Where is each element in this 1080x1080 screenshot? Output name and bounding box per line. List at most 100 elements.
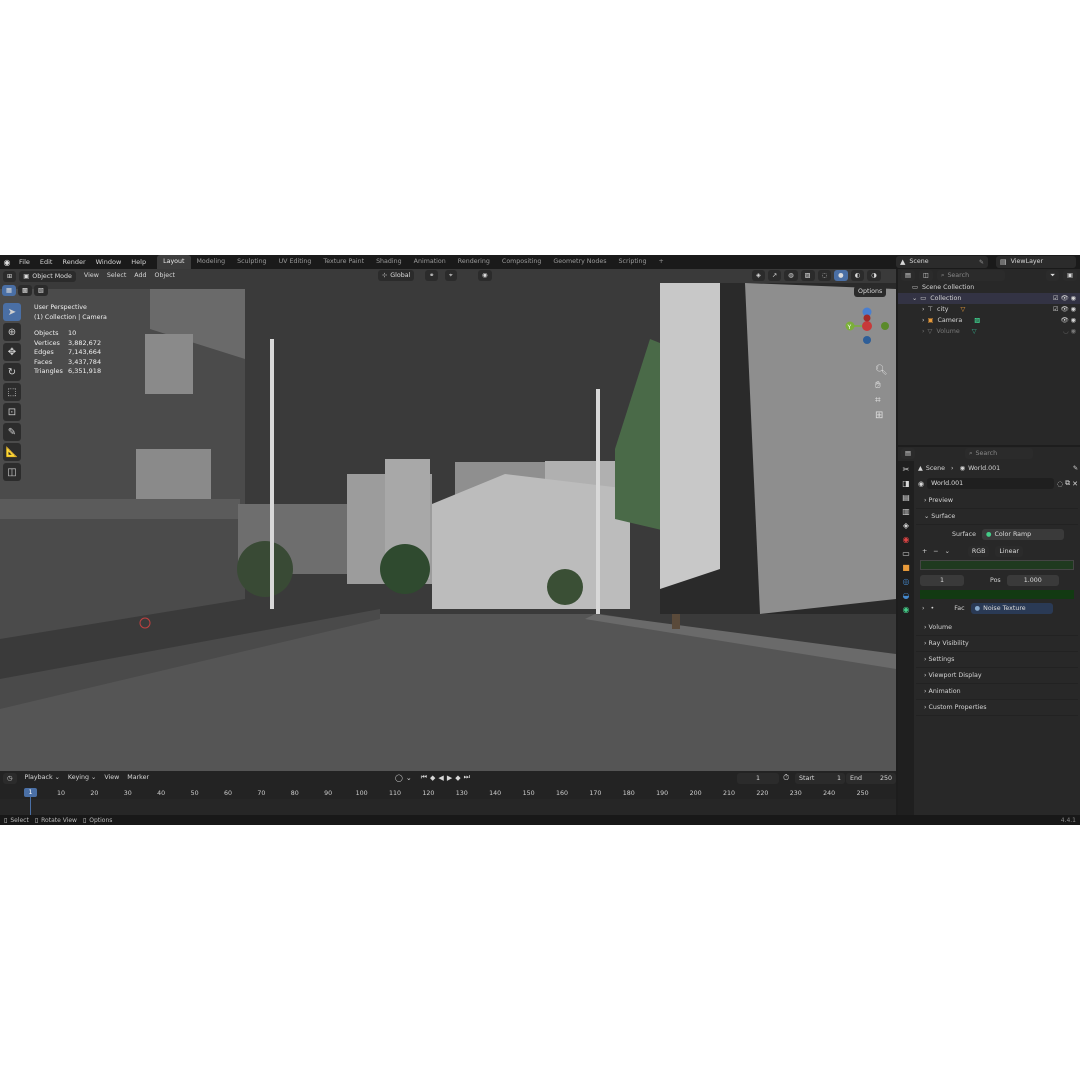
add-cube-tool-icon[interactable]: ◫ bbox=[3, 463, 21, 481]
item-visibility-icons[interactable]: ☑ 👁︎ ◉ bbox=[1053, 304, 1076, 315]
menu-help[interactable]: Help bbox=[126, 255, 151, 269]
shading-render-button[interactable]: ◑ bbox=[867, 270, 881, 281]
play-reverse-icon[interactable]: ◀ bbox=[438, 774, 443, 782]
play-icon[interactable]: ▶ bbox=[447, 774, 452, 782]
select-box-mode-icon[interactable]: ▦ bbox=[2, 285, 16, 296]
item-visibility-icons[interactable]: 👁︎ ◉ bbox=[1061, 315, 1077, 326]
tab-animation[interactable]: Animation bbox=[408, 255, 452, 269]
tab-scripting[interactable]: Scripting bbox=[613, 255, 653, 269]
menu-window[interactable]: Window bbox=[91, 255, 127, 269]
camera-view-icon[interactable]: ⌗ bbox=[875, 395, 888, 406]
visibility-button[interactable]: ◈ bbox=[752, 270, 765, 281]
tab-compositing[interactable]: Compositing bbox=[496, 255, 547, 269]
menu-playback[interactable]: Playback ⌄ bbox=[25, 772, 60, 784]
tab-texture-paint[interactable]: Texture Paint bbox=[317, 255, 370, 269]
unlink-icon[interactable]: ✕ bbox=[1072, 480, 1078, 488]
tab-rendering[interactable]: Rendering bbox=[452, 255, 496, 269]
fake-user-icon[interactable]: ◌ bbox=[1057, 480, 1063, 488]
breadcrumb-scene[interactable]: Scene bbox=[926, 463, 945, 474]
pan-hand-icon[interactable]: ✋︎ bbox=[875, 380, 888, 391]
display-mode-icon[interactable]: ◫ bbox=[918, 270, 933, 281]
collection-row[interactable]: ⌄ ▭ Collection ☑ 👁︎ ◉ bbox=[898, 293, 1080, 304]
section-surface[interactable]: ⌄ Surface bbox=[916, 509, 1078, 525]
editor-type-button[interactable]: ⊞ bbox=[3, 270, 17, 282]
menu-edit[interactable]: Edit bbox=[35, 255, 58, 269]
pos-value-field[interactable]: 1.000 bbox=[1006, 575, 1059, 586]
collection-tab-icon[interactable]: ▭ bbox=[902, 549, 910, 558]
shading-wireframe-button[interactable]: ◌ bbox=[817, 270, 832, 281]
blender-logo-icon[interactable]: ◉ bbox=[0, 258, 14, 267]
select-subtract-icon[interactable]: ▧ bbox=[33, 285, 48, 296]
add-stop-button[interactable]: + bbox=[922, 546, 927, 557]
cursor-tool-icon[interactable]: ⊕ bbox=[3, 323, 21, 341]
menu-add[interactable]: Add bbox=[134, 270, 146, 282]
timeline-track[interactable] bbox=[0, 799, 896, 815]
select-extend-icon[interactable]: ▩ bbox=[17, 285, 32, 296]
section-preview[interactable]: › Preview bbox=[916, 493, 1078, 509]
zoom-icon[interactable]: 🔍︎ bbox=[875, 365, 888, 376]
properties-search-input[interactable]: ⌕ Search bbox=[964, 448, 1033, 459]
fac-input-selector[interactable]: ● Noise Texture bbox=[970, 603, 1053, 614]
section-animation[interactable]: › Animation bbox=[916, 684, 1078, 700]
mode-selector[interactable]: ▣ Object Mode bbox=[19, 270, 76, 282]
section-viewport-display[interactable]: › Viewport Display bbox=[916, 668, 1078, 684]
rotate-tool-icon[interactable]: ↻ bbox=[3, 363, 21, 381]
tab-modeling[interactable]: Modeling bbox=[191, 255, 232, 269]
menu-select[interactable]: Select bbox=[107, 270, 126, 282]
outliner-editor-icon[interactable]: ▤ bbox=[901, 270, 915, 281]
menu-view[interactable]: View bbox=[84, 270, 99, 282]
view-layer-tab-icon[interactable]: ▥ bbox=[902, 507, 910, 516]
proportional-edit-button[interactable]: ◉ bbox=[478, 270, 492, 281]
jump-end-icon[interactable]: ⏭ bbox=[464, 773, 470, 782]
scale-tool-icon[interactable]: ⬚ bbox=[3, 383, 21, 401]
start-frame-field[interactable]: Start 1 bbox=[795, 773, 845, 784]
constraints-tab-icon[interactable]: ◒ bbox=[903, 591, 910, 600]
timeline-editor-icon[interactable]: ◷ bbox=[3, 772, 17, 784]
tab-shading[interactable]: Shading bbox=[370, 255, 408, 269]
stop-color-swatch[interactable] bbox=[920, 590, 1074, 599]
tab-geometry-nodes[interactable]: Geometry Nodes bbox=[547, 255, 612, 269]
data-tab-icon[interactable]: ◉ bbox=[903, 605, 910, 614]
select-tool-icon[interactable]: ➤ bbox=[3, 303, 21, 321]
color-mode-selector[interactable]: RGB bbox=[967, 546, 990, 557]
shading-material-button[interactable]: ◐ bbox=[850, 270, 865, 281]
remove-stop-button[interactable]: − bbox=[933, 546, 938, 557]
physics-tab-icon[interactable]: ◎ bbox=[903, 577, 910, 586]
menu-render[interactable]: Render bbox=[57, 255, 90, 269]
pin-icon[interactable]: ✎ bbox=[979, 259, 984, 266]
new-collection-icon[interactable]: ▣ bbox=[1063, 270, 1077, 281]
annotate-tool-icon[interactable]: ✎ bbox=[3, 423, 21, 441]
tab-uv-editing[interactable]: UV Editing bbox=[273, 255, 318, 269]
section-ray-visibility[interactable]: › Ray Visibility bbox=[916, 636, 1078, 652]
object-tab-icon[interactable]: ■ bbox=[902, 563, 910, 572]
stop-index-field[interactable]: 1 bbox=[920, 575, 964, 586]
surface-shader-selector[interactable]: ● Color Ramp bbox=[982, 529, 1064, 540]
ortho-grid-icon[interactable]: ⊞ bbox=[875, 410, 888, 421]
menu-keying[interactable]: Keying ⌄ bbox=[68, 772, 96, 784]
section-custom-properties[interactable]: › Custom Properties bbox=[916, 700, 1078, 716]
menu-marker[interactable]: Marker bbox=[127, 772, 149, 784]
navigation-gizmo[interactable]: Y bbox=[835, 304, 893, 362]
filter-icon[interactable]: ⏷ bbox=[1046, 270, 1060, 281]
xray-button[interactable]: ▨ bbox=[800, 270, 815, 281]
transform-orientation[interactable]: ⊹ Global bbox=[378, 270, 415, 281]
next-keyframe-icon[interactable]: ◆ bbox=[455, 774, 460, 782]
expand-chevron-icon[interactable]: › bbox=[922, 326, 925, 337]
transform-tool-icon[interactable]: ⊡ bbox=[3, 403, 21, 421]
playhead-marker[interactable]: 1 bbox=[24, 788, 37, 797]
keying-set-icon[interactable]: ⌄ bbox=[406, 774, 412, 782]
options-button[interactable]: Options bbox=[854, 286, 887, 297]
record-icon[interactable]: ◯ bbox=[395, 774, 403, 782]
stopwatch-icon[interactable]: ⏱ bbox=[783, 773, 789, 783]
section-volume[interactable]: › Volume bbox=[916, 620, 1078, 636]
prev-keyframe-icon[interactable]: ◆ bbox=[430, 774, 435, 782]
interpolation-selector[interactable]: Linear bbox=[995, 546, 1023, 557]
world-selector-icon[interactable]: ◉ bbox=[918, 480, 924, 488]
ramp-menu-button[interactable]: ⌄ bbox=[945, 546, 950, 557]
menu-file[interactable]: File bbox=[14, 255, 35, 269]
pin-icon[interactable]: ✎ bbox=[1073, 463, 1078, 474]
outliner-item-city[interactable]: › ⊤ city ▽ ☑ 👁︎ ◉ bbox=[898, 304, 1080, 315]
breadcrumb-world[interactable]: World.001 bbox=[968, 463, 1000, 474]
scene-selector[interactable]: ▲ Scene ✎ bbox=[896, 256, 988, 268]
menu-object[interactable]: Object bbox=[155, 270, 176, 282]
